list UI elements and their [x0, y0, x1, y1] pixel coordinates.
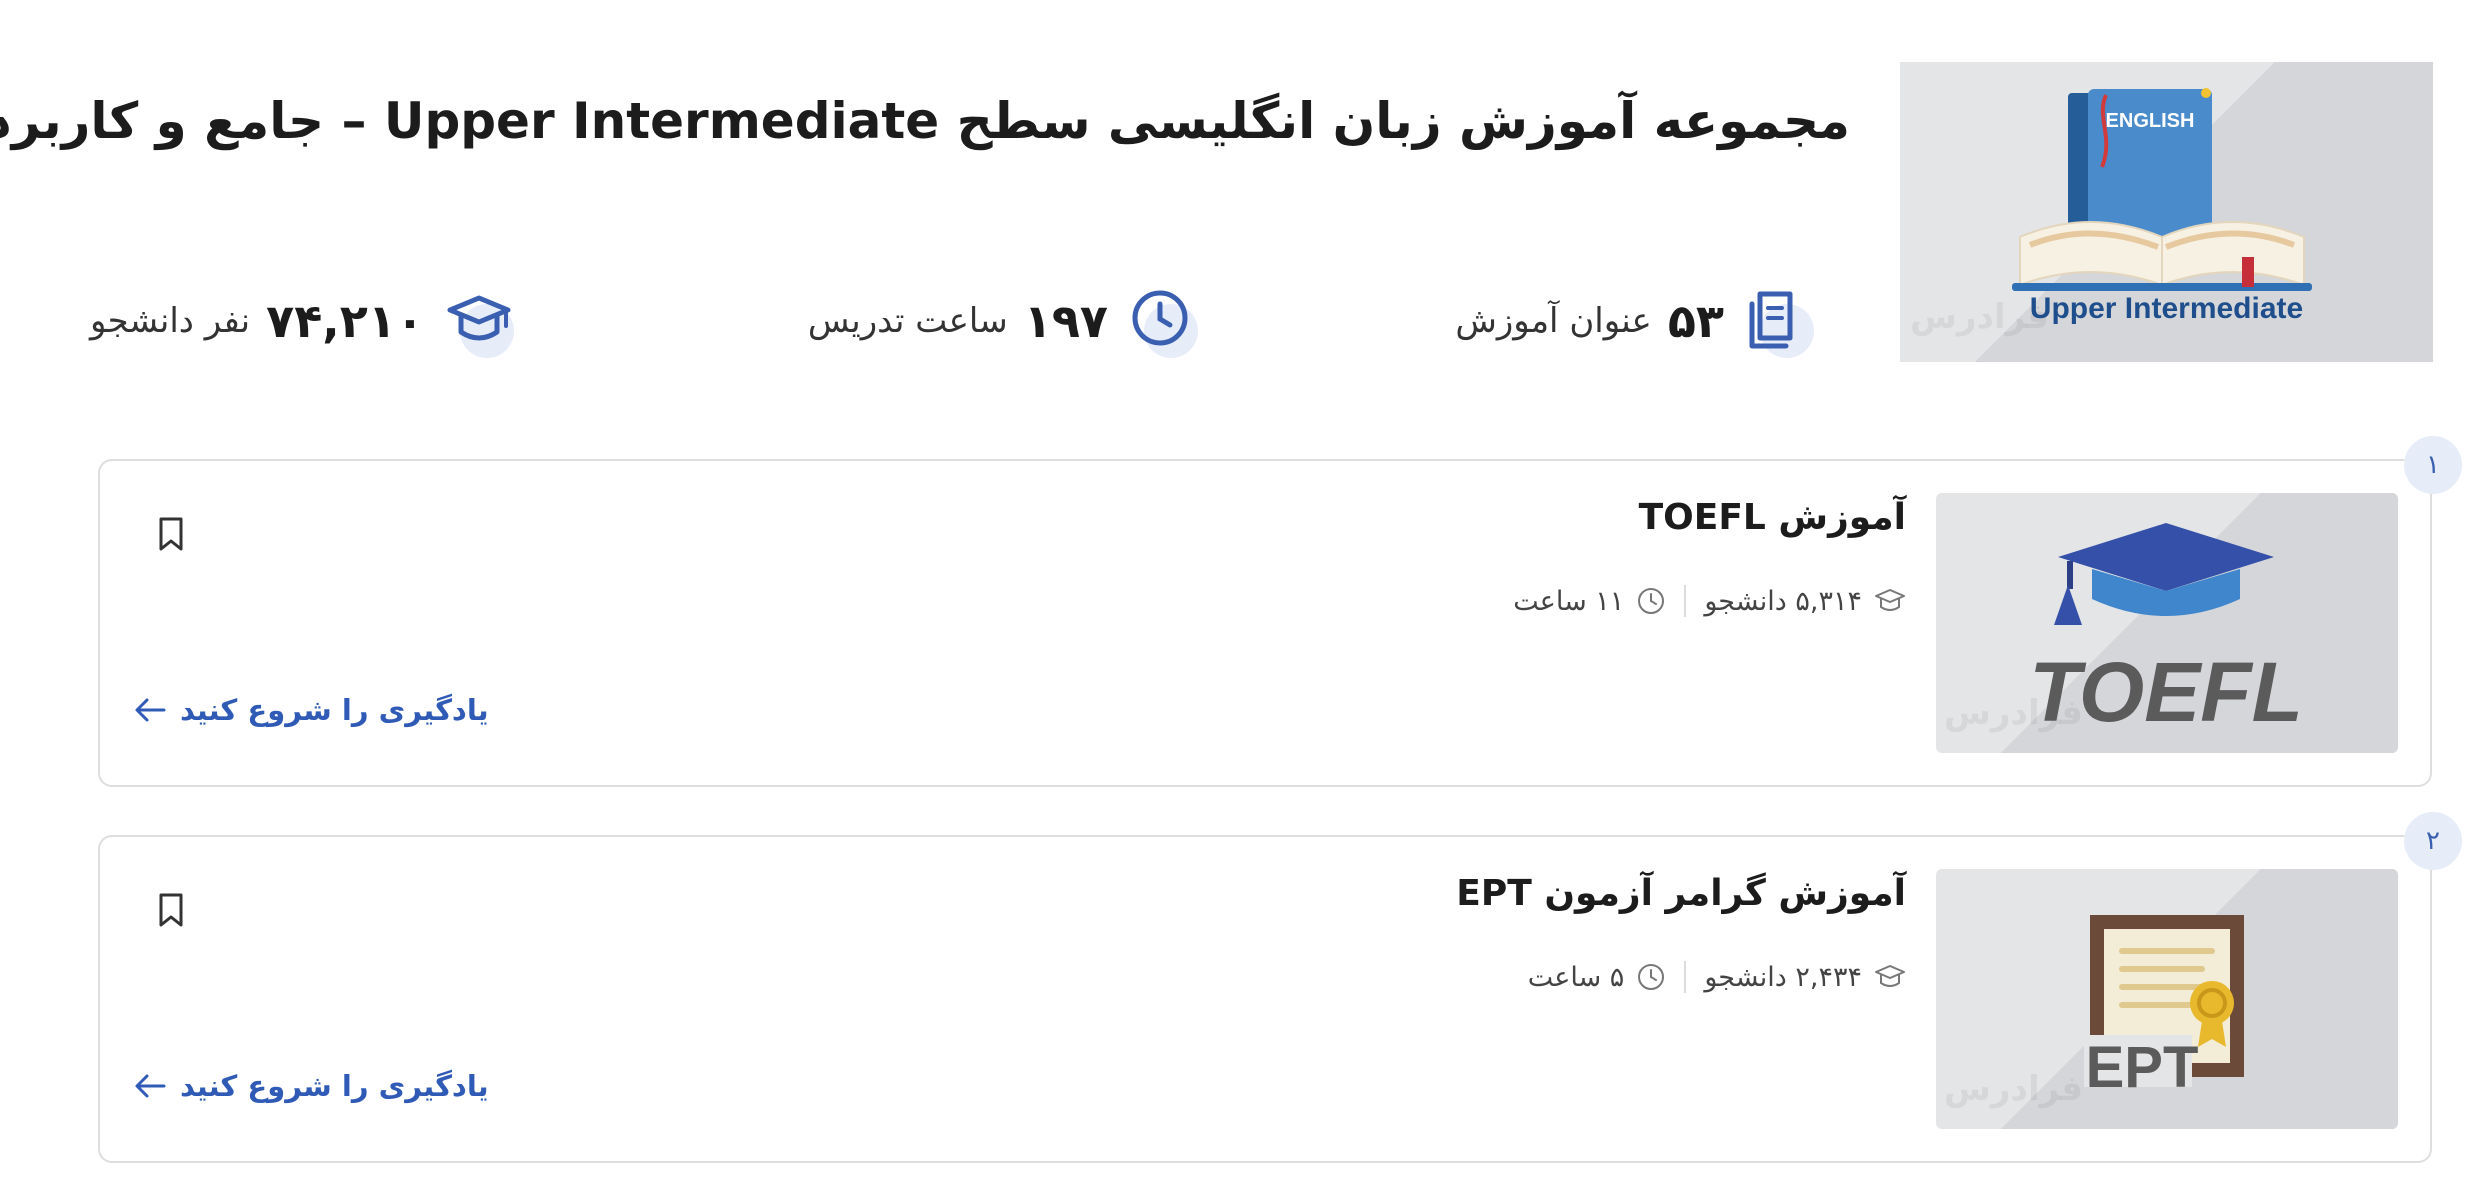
clock-icon [1132, 290, 1188, 346]
stat-icon-wrap [446, 284, 520, 358]
arrow-left-icon [135, 698, 166, 722]
course-students-text: ۲,۴۳۴ دانشجو [1704, 961, 1862, 993]
start-learning-link[interactable]: یادگیری را شروع کنید [134, 1069, 489, 1103]
collection-cover-image: فرادرس ENGLISH Upper Intermediate [1900, 62, 2433, 362]
stat-icon-wrap [1130, 284, 1204, 358]
course-title[interactable]: آموزش گرامر آزمون EPT [1456, 873, 1906, 914]
document-icon [1749, 291, 1793, 349]
thumb-label-text: TOEFL [2029, 645, 2303, 739]
bookmark-icon[interactable] [156, 891, 186, 929]
course-thumbnail[interactable]: فرادرس TOEFL [1936, 493, 2398, 753]
stat-course-count: ۵۳ عنوان آموزش [1455, 284, 1820, 358]
stat-label: عنوان آموزش [1455, 301, 1652, 341]
graduation-cap-icon [1875, 589, 1905, 611]
graduation-cap-icon [1875, 965, 1905, 987]
course-title[interactable]: آموزش TOEFL [1639, 497, 1906, 538]
course-students-text: ۵,۳۱۴ دانشجو [1704, 585, 1862, 617]
course-thumbnail[interactable]: فرادرس EPT [1936, 869, 2398, 1129]
course-card[interactable]: فرادرس TOEFL آموزش TOEFL ۵,۳۱۴ دانشجو ۱۱… [98, 459, 2432, 787]
toefl-thumbnail-art: TOEFL [2029, 523, 2303, 739]
cover-caption: Upper Intermediate [2029, 292, 2304, 325]
course-duration: ۵ ساعت [1528, 962, 1667, 993]
meta-divider [1684, 585, 1687, 617]
stat-student-count: ۷۴,۲۱۰ نفر دانشجو [90, 284, 520, 358]
clock-icon [1638, 964, 1665, 990]
english-book-illustration: ENGLISH [2012, 88, 2312, 291]
bookmark-icon[interactable] [156, 515, 186, 553]
start-learning-link[interactable]: یادگیری را شروع کنید [134, 693, 489, 727]
start-learning-label: یادگیری را شروع کنید [180, 1069, 489, 1103]
course-hours-text: ۱۱ ساعت [1513, 585, 1625, 617]
start-learning-label: یادگیری را شروع کنید [180, 693, 489, 727]
meta-divider [1684, 961, 1687, 993]
stat-number: ۷۴,۲۱۰ [266, 294, 424, 348]
course-meta: ۵,۳۱۴ دانشجو ۱۱ ساعت [1513, 585, 1906, 617]
stat-teaching-hours: ۱۹۷ ساعت تدریس [807, 284, 1204, 358]
book-label-text: ENGLISH [2106, 110, 2195, 132]
stat-label: نفر دانشجو [90, 301, 251, 341]
clock-icon [1638, 588, 1665, 614]
course-meta: ۲,۴۳۴ دانشجو ۵ ساعت [1528, 961, 1906, 993]
page-title: مجموعه آموزش زبان انگلیسی سطح Upper Inte… [0, 92, 1850, 150]
course-students: ۲,۴۳۴ دانشجو [1704, 962, 1906, 993]
stat-number: ۱۹۷ [1023, 294, 1108, 348]
stat-number: ۵۳ [1667, 294, 1724, 348]
stat-label: ساعت تدریس [807, 301, 1008, 341]
ept-certificate-art: EPT [2084, 915, 2244, 1100]
course-students: ۵,۳۱۴ دانشجو [1704, 586, 1906, 617]
thumb-label-text: EPT [2086, 1035, 2199, 1100]
stat-icon-wrap [1746, 284, 1820, 358]
arrow-left-icon [135, 1074, 166, 1098]
graduation-cap-icon [447, 295, 511, 341]
course-index-badge: ۲ [2404, 812, 2462, 870]
course-duration: ۱۱ ساعت [1513, 586, 1666, 617]
course-card[interactable]: فرادرس EPT آموزش گرامر آزمون EPT ۲,۴۳۴ د… [98, 835, 2432, 1163]
course-hours-text: ۵ ساعت [1527, 961, 1625, 993]
course-index-badge: ۱ [2404, 436, 2462, 494]
